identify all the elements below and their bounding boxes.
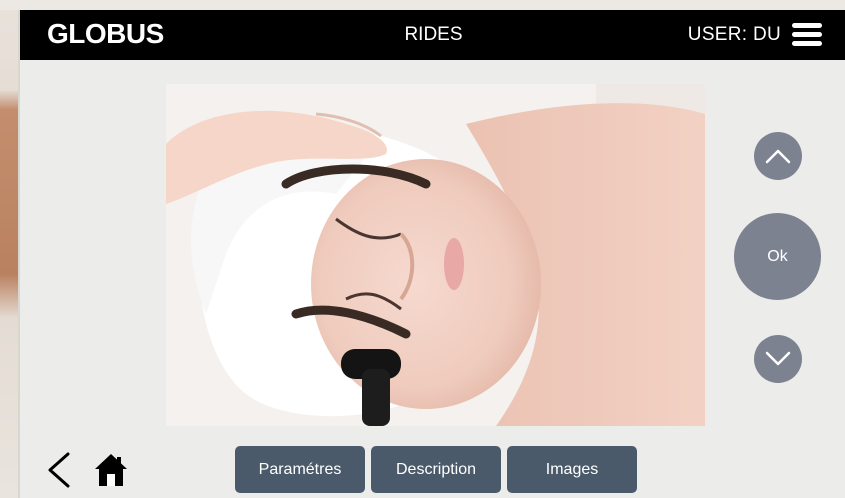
back-button[interactable] [44, 450, 76, 490]
treatment-image [166, 84, 705, 426]
scroll-up-button[interactable] [754, 132, 802, 180]
device-screen: GLOBUS RIDES USER: DU Ok Paramétres Desc… [18, 10, 845, 498]
chevron-up-icon [765, 149, 791, 164]
bottom-tabs: Paramétres Description Images [235, 446, 637, 493]
back-arrow-icon [48, 452, 70, 488]
background-top [0, 0, 845, 10]
chevron-down-icon [765, 351, 791, 366]
facial-treatment-photo [166, 84, 705, 426]
tab-description[interactable]: Description [371, 446, 501, 493]
hamburger-menu-icon[interactable] [792, 23, 822, 46]
tab-parametres[interactable]: Paramétres [235, 446, 365, 493]
home-button[interactable] [94, 452, 128, 488]
top-bar: GLOBUS RIDES USER: DU [20, 10, 845, 60]
ok-button[interactable]: Ok [734, 213, 821, 300]
tab-images[interactable]: Images [507, 446, 637, 493]
home-icon [95, 454, 127, 486]
user-label: USER: DU [687, 24, 781, 45]
scroll-down-button[interactable] [754, 335, 802, 383]
background-wall [0, 0, 18, 498]
